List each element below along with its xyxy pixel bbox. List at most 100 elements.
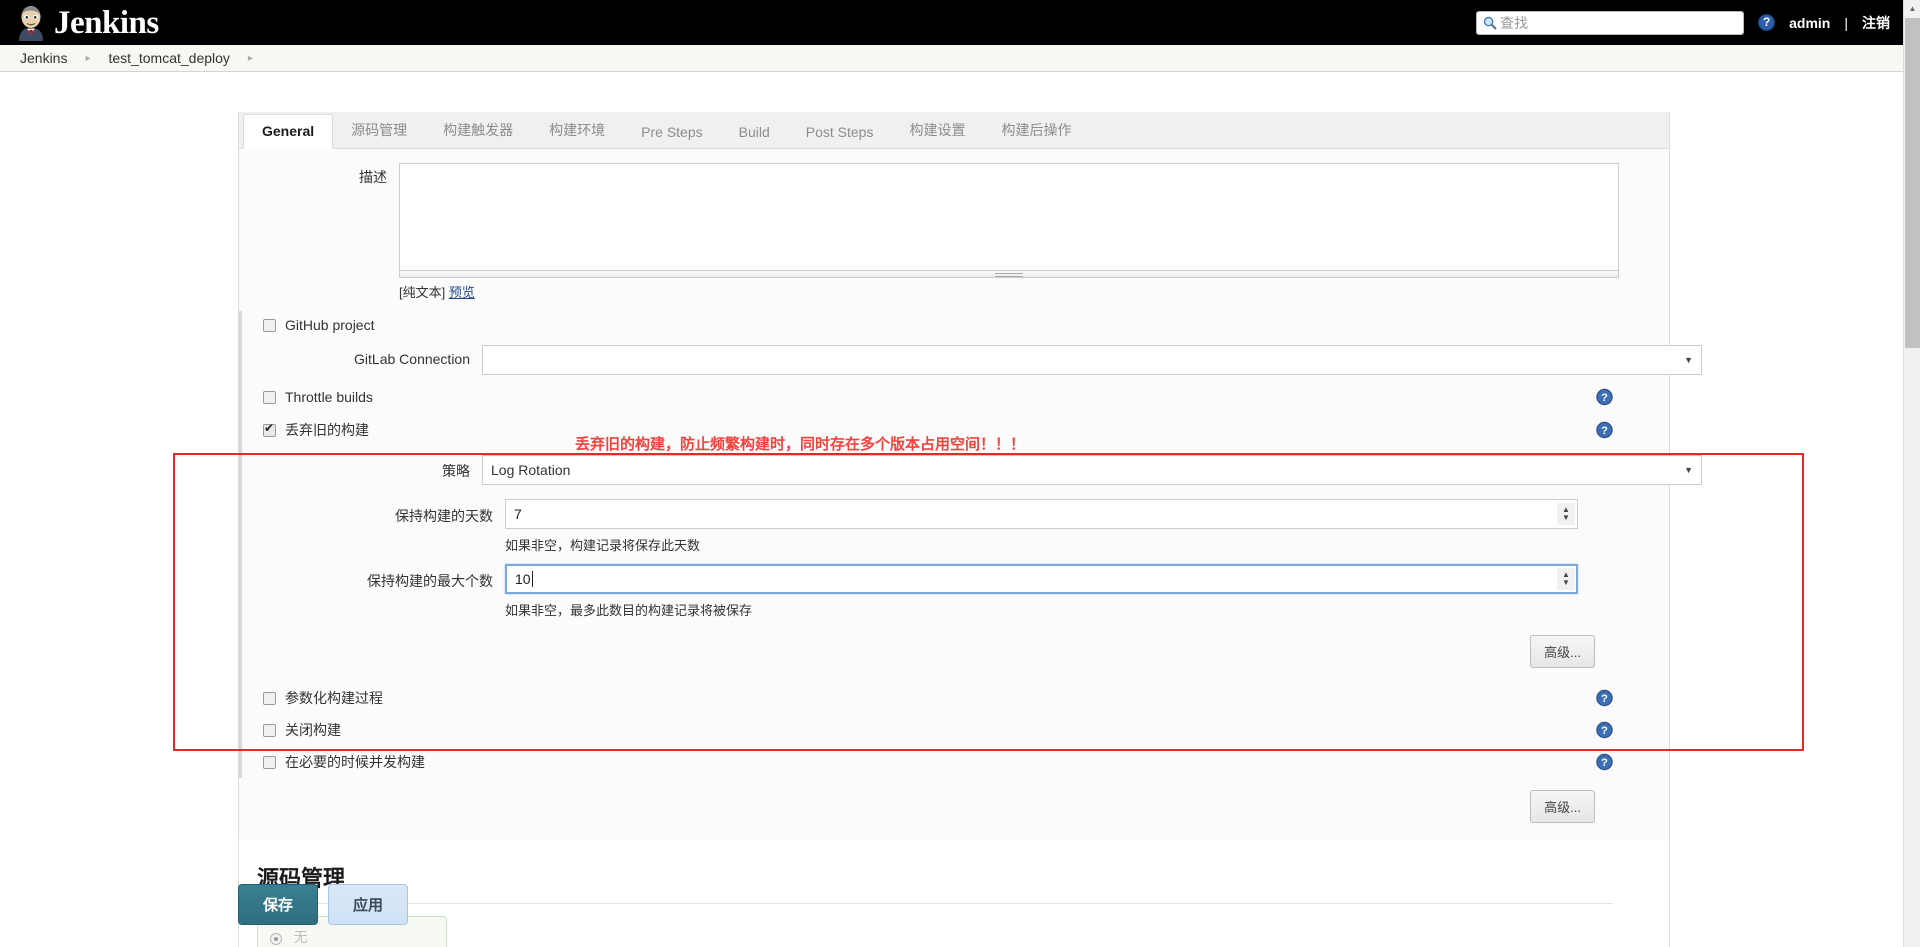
github-project-checkbox[interactable] — [263, 318, 276, 332]
tab-post-steps[interactable]: Post Steps — [788, 116, 892, 149]
concurrent-build-checkbox[interactable] — [263, 755, 276, 769]
scroll-up-arrow-icon[interactable]: ▲ — [1904, 0, 1920, 17]
days-to-keep-value: 7 — [514, 506, 522, 522]
days-to-keep-label: 保持构建的天数 — [395, 508, 493, 524]
vertical-scrollbar[interactable]: ▲ — [1903, 0, 1920, 947]
chevron-right-icon: ▸ — [85, 52, 91, 64]
search-input[interactable]: 查找 — [1476, 10, 1745, 35]
search-icon — [1483, 16, 1497, 30]
throttle-builds-checkbox[interactable] — [263, 390, 276, 404]
tab-build-triggers[interactable]: 构建触发器 — [425, 112, 531, 149]
preview-link[interactable]: 预览 — [449, 285, 475, 300]
strategy-label: 策略 — [442, 463, 470, 479]
breadcrumb: Jenkins ▸ test_tomcat_deploy ▸ — [0, 45, 1920, 72]
max-builds-row: 保持构建的最大个数 10 ▲ ▼ 如果非空，最多此数目的构建记录将被保存 — [239, 556, 1669, 625]
stepper-down-icon-2[interactable]: ▼ — [1562, 579, 1570, 587]
jenkins-config-page: Jenkins 查找 ? admin | 注销 Jenkins ▸ test_t… — [0, 0, 1920, 947]
config-panel: General 源码管理 构建触发器 构建环境 Pre Steps Build … — [238, 112, 1702, 947]
general-form: 描述 [纯文本] 预览 GitHub project GitLab Connec… — [239, 149, 1702, 947]
max-builds-input[interactable]: 10 — [505, 564, 1578, 594]
max-builds-stepper[interactable]: ▲ ▼ — [1557, 568, 1575, 590]
advanced-inner-row: 高级... — [239, 625, 1669, 682]
help-circle-icon-parameterized[interactable]: ? — [1596, 689, 1613, 707]
description-textarea[interactable] — [399, 163, 1619, 271]
tab-build-environment[interactable]: 构建环境 — [531, 112, 623, 149]
tab-scm[interactable]: 源码管理 — [333, 112, 425, 149]
description-resize-handle[interactable] — [399, 271, 1619, 278]
annotation-note: 丢弃旧的构建，防止频繁构建时，同时存在多个版本占用空间！！！ — [575, 436, 1026, 453]
search-placeholder-text: 查找 — [1500, 14, 1529, 31]
disable-build-row: 关闭构建 ? — [239, 714, 1669, 746]
description-format-line: [纯文本] 预览 — [399, 278, 1619, 311]
svg-text:?: ? — [1601, 725, 1608, 737]
svg-text:?: ? — [1601, 757, 1608, 769]
strategy-select[interactable]: Log Rotation — [482, 455, 1702, 485]
plaintext-label: [纯文本] — [399, 285, 446, 300]
breadcrumb-item-jenkins[interactable]: Jenkins — [16, 50, 71, 66]
gitlab-connection-row: GitLab Connection — [239, 339, 1702, 383]
throttle-builds-row: Throttle builds ? — [239, 383, 1669, 411]
svg-text:?: ? — [1601, 693, 1608, 705]
jenkins-butler-icon — [14, 5, 48, 41]
user-admin-link[interactable]: admin — [1789, 15, 1830, 31]
main-content: General 源码管理 构建触发器 构建环境 Pre Steps Build … — [0, 72, 1920, 947]
help-circle-icon-concurrent[interactable]: ? — [1596, 753, 1613, 771]
help-circle-icon[interactable]: ? — [1758, 14, 1776, 31]
gitlab-connection-select[interactable] — [482, 345, 1702, 375]
max-builds-value: 10 — [515, 571, 531, 587]
disable-build-checkbox[interactable] — [263, 723, 276, 737]
scrollbar-thumb[interactable] — [1905, 18, 1920, 348]
scm-section: 源码管理 无 — [239, 839, 1669, 947]
help-circle-icon-discard[interactable]: ? — [1596, 421, 1613, 439]
concurrent-build-label: 在必要的时候并发构建 — [285, 754, 425, 770]
config-tabbar: General 源码管理 构建触发器 构建环境 Pre Steps Build … — [239, 112, 1669, 149]
description-row: 描述 [纯文本] 预览 — [239, 149, 1669, 311]
parameterized-build-checkbox[interactable] — [263, 691, 276, 705]
concurrent-build-row: 在必要的时候并发构建 ? — [239, 746, 1669, 778]
header-separator: | — [1844, 14, 1848, 31]
throttle-builds-label: Throttle builds — [285, 389, 373, 405]
text-caret — [531, 571, 533, 587]
header-right-group: 查找 ? admin | 注销 — [1476, 0, 1890, 45]
scm-none-label: 无 — [293, 929, 308, 945]
top-header: Jenkins 查找 ? admin | 注销 — [0, 0, 1920, 45]
days-to-keep-row: 保持构建的天数 7 ▲ ▼ 如果非空，构建记录将保存此天数 — [239, 491, 1669, 556]
apply-button[interactable]: 应用 — [328, 884, 409, 925]
days-to-keep-hint: 如果非空，构建记录将保存此天数 — [505, 538, 701, 553]
svg-text:?: ? — [1601, 425, 1608, 437]
advanced-inner-button[interactable]: 高级... — [1530, 635, 1595, 668]
description-label: 描述 — [359, 169, 387, 185]
gitlab-connection-label: GitLab Connection — [354, 351, 470, 367]
scm-none-option[interactable]: 无 — [270, 927, 434, 947]
breadcrumb-item-job[interactable]: test_tomcat_deploy — [105, 50, 234, 66]
github-project-row: GitHub project — [239, 311, 1669, 339]
scm-heading: 源码管理 — [257, 845, 1613, 904]
stepper-down-icon[interactable]: ▼ — [1562, 514, 1570, 522]
help-circle-icon-disable[interactable]: ? — [1596, 721, 1613, 739]
parameterized-build-row: 参数化构建过程 ? — [239, 682, 1669, 714]
tab-post-build-actions[interactable]: 构建后操作 — [983, 112, 1089, 149]
advanced-outer-row: 高级... — [239, 778, 1669, 839]
save-button[interactable]: 保存 — [238, 884, 319, 925]
tab-build-settings[interactable]: 构建设置 — [891, 112, 983, 149]
discard-old-builds-checkbox[interactable] — [263, 422, 276, 437]
tab-general[interactable]: General — [243, 114, 334, 149]
strategy-value: Log Rotation — [491, 462, 571, 478]
days-to-keep-stepper[interactable]: ▲ ▼ — [1557, 503, 1575, 525]
tab-build[interactable]: Build — [721, 116, 788, 149]
github-project-label: GitHub project — [285, 317, 375, 333]
parameterized-build-label: 参数化构建过程 — [285, 690, 383, 706]
radio-none-icon[interactable] — [270, 932, 282, 945]
help-circle-icon-throttle[interactable]: ? — [1596, 388, 1613, 406]
max-builds-label: 保持构建的最大个数 — [367, 573, 493, 589]
svg-text:?: ? — [1601, 392, 1608, 404]
discard-old-builds-label: 丢弃旧的构建 — [285, 422, 369, 438]
disable-build-label: 关闭构建 — [285, 722, 341, 738]
logout-link[interactable]: 注销 — [1862, 13, 1890, 33]
jenkins-logo-link[interactable]: Jenkins — [0, 5, 159, 41]
days-to-keep-input[interactable]: 7 — [505, 499, 1578, 529]
advanced-outer-button[interactable]: 高级... — [1530, 790, 1595, 823]
tab-pre-steps[interactable]: Pre Steps — [623, 116, 720, 149]
brand-title: Jenkins — [54, 4, 159, 41]
strategy-row: 策略 Log Rotation — [239, 449, 1702, 491]
